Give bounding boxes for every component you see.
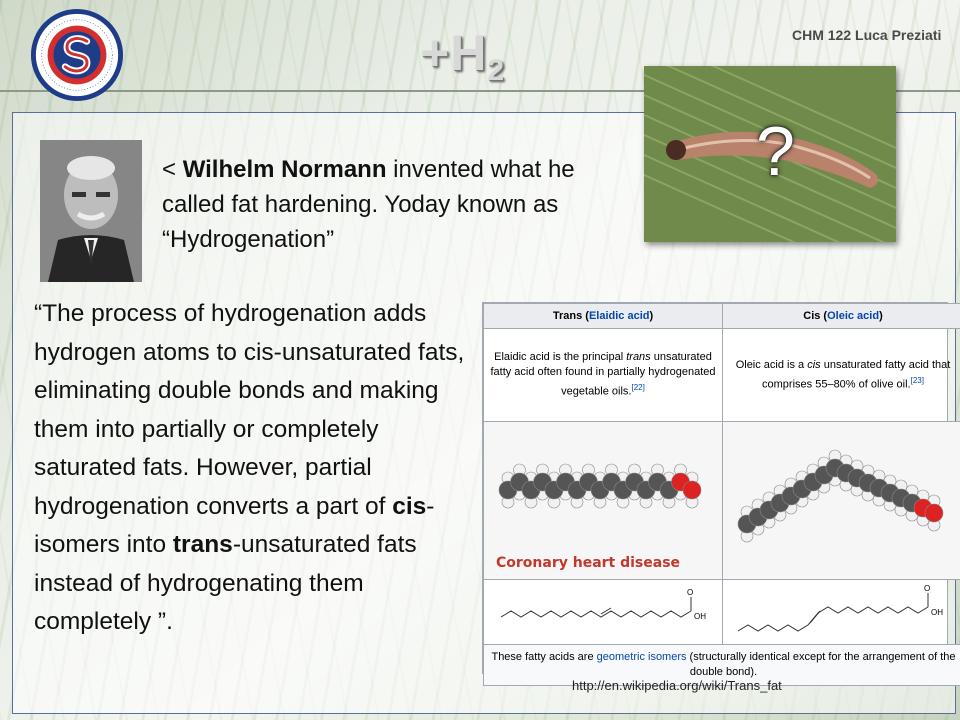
oleic-space-filling-model	[722, 421, 960, 580]
elaidic-space-filling-model: Coronary heart disease	[483, 421, 723, 580]
desc1-em: trans	[626, 351, 651, 364]
elaidic-skeletal-formula: O OH	[483, 579, 723, 645]
geometric-isomers-link[interactable]: geometric isomers	[597, 651, 687, 663]
source-url[interactable]: http://en.wikipedia.org/wiki/Trans_fat	[572, 678, 782, 693]
quote-cis: cis	[392, 492, 427, 520]
elaidic-skeletal-graphic: O OH	[500, 588, 706, 621]
oleic-acid-link[interactable]: Oleic acid	[827, 310, 879, 322]
foot-b: (structurally identical except for the a…	[686, 651, 956, 678]
oleic-description: Oleic acid is a cis unsaturated fatty ac…	[722, 328, 960, 422]
oleic-o-label: O	[924, 584, 930, 593]
coronary-heart-disease-label: Coronary heart disease	[496, 555, 681, 571]
hydrogenation-quote: “The process of hydrogenation adds hydro…	[34, 295, 484, 642]
fatty-acid-comparison-table: Trans (Elaidic acid) Cis (Oleic acid) El…	[482, 302, 960, 686]
college-logo	[30, 8, 124, 102]
desc1-a: Elaidic acid is the principal	[494, 351, 627, 364]
oleic-oh-label: OH	[931, 608, 943, 617]
wilhelm-normann-portrait	[40, 140, 142, 282]
col2-prefix: Cis (	[803, 310, 828, 322]
desc2-em: cis	[807, 358, 821, 371]
elaidic-oh-label: OH	[694, 612, 706, 621]
desc2-a: Oleic acid is a	[735, 358, 808, 371]
ref-23-link[interactable]: [23]	[911, 376, 924, 385]
oleic-molecule-graphic	[737, 449, 944, 543]
trans-column-header: Trans (Elaidic acid)	[483, 303, 723, 329]
oleic-skeletal-graphic: O OH	[737, 584, 943, 632]
elaidic-o-label: O	[687, 588, 693, 597]
col1-suffix: )	[649, 310, 654, 322]
oleic-skeletal-formula: O OH	[722, 579, 960, 645]
oxygen-atom	[924, 503, 944, 523]
elaidic-acid-link[interactable]: Elaidic acid	[589, 310, 650, 322]
slide-title: +H2	[420, 24, 505, 88]
quote-trans: trans	[172, 531, 233, 558]
ref-22-link[interactable]: [22]	[631, 383, 644, 392]
foot-a: These fatty acids are	[491, 651, 597, 663]
inventor-name: Wilhelm Normann	[182, 156, 387, 183]
cis-column-header: Cis (Oleic acid)	[722, 303, 960, 329]
title-subscript: 2	[487, 54, 505, 87]
course-label: CHM 122 Luca Preziati	[792, 27, 942, 43]
quote-part1: “The process of hydrogenation adds hydro…	[34, 300, 465, 520]
oxygen-atom	[682, 480, 702, 500]
intro-prefix: <	[162, 156, 183, 183]
elaidic-molecule-graphic	[498, 463, 702, 509]
question-mark: ?	[756, 112, 795, 190]
title-main: +H	[420, 25, 488, 81]
intro-text: < Wilhelm Normann invented what he calle…	[162, 152, 632, 257]
elaidic-description: Elaidic acid is the principal trans unsa…	[483, 328, 723, 422]
col2-suffix: )	[879, 310, 883, 322]
col1-prefix: Trans (	[552, 310, 589, 322]
